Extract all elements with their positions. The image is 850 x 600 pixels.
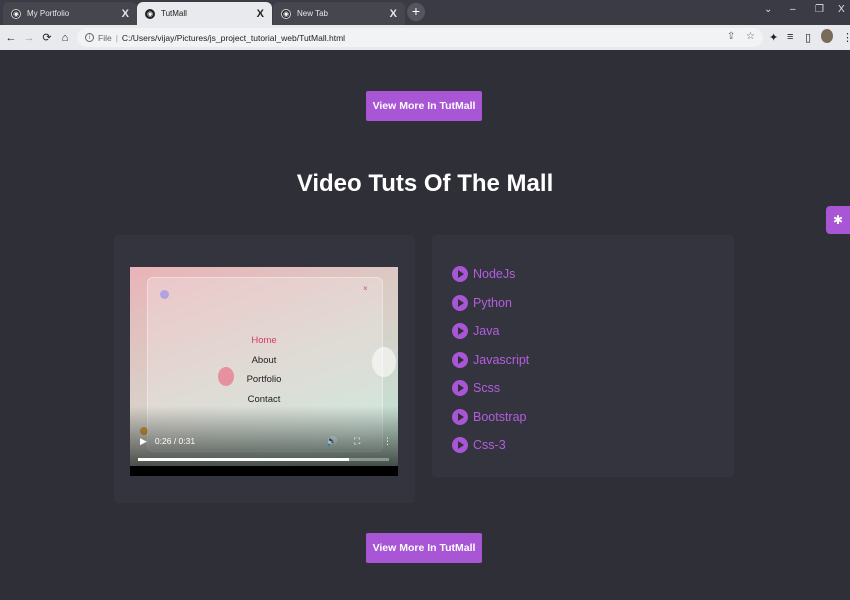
share-icon[interactable]: ⇪ (727, 31, 735, 42)
section-title: Video Tuts Of The Mall (296, 170, 554, 197)
home-icon[interactable]: ⌂ (56, 32, 74, 44)
list-item-javascript[interactable]: Javascript (452, 346, 529, 375)
tab-strip: ◉ My Portfolio X ◉ TutMall X ◉ New Tab X… (0, 0, 850, 25)
menu-item-home: Home (251, 335, 277, 346)
list-item-label: Java (473, 324, 500, 339)
list-item-scss[interactable]: Scss (452, 374, 529, 403)
view-more-button-top[interactable]: View More In TutMall (366, 91, 482, 121)
menu-item-portfolio: Portfolio (246, 374, 282, 386)
volume-icon[interactable]: 🔊 (326, 436, 337, 447)
tab-title: My Portfolio (27, 9, 70, 18)
tab-new-tab[interactable]: ◉ New Tab X (273, 2, 405, 25)
back-icon[interactable]: ← (2, 32, 20, 44)
list-item-label: NodeJs (473, 267, 516, 282)
list-item-bootstrap[interactable]: Bootstrap (452, 403, 529, 432)
play-circle-icon (452, 408, 468, 425)
minimize-button[interactable]: – (790, 4, 796, 15)
scheme-label: File (98, 32, 112, 43)
more-options-icon[interactable]: ⋮ (383, 436, 392, 447)
video-controls: ▶ 0:26 / 0:31 🔊 ⛶ ⋮ (130, 433, 398, 449)
video-player[interactable]: × Home About Portfolio Contact ▶ 0:26 / … (130, 267, 398, 476)
play-icon[interactable]: ▶ (140, 436, 147, 447)
video-frame-close-icon: × (363, 284, 368, 293)
tab-tutmall[interactable]: ◉ TutMall X (137, 2, 272, 25)
play-circle-icon (452, 380, 468, 397)
tab-search-icon[interactable]: ⌄ (764, 4, 772, 15)
list-item-css3[interactable]: Css-3 (452, 431, 529, 460)
globe-icon: ◉ (11, 8, 21, 19)
globe-icon: ◉ (145, 8, 155, 19)
address-actions: ⇪ ☆ (719, 31, 755, 42)
play-circle-icon (452, 323, 468, 340)
menu-kebab-icon[interactable]: ⋮ (842, 31, 850, 44)
list-item-label: Python (473, 295, 512, 310)
settings-gear-icon[interactable]: ✱ (826, 206, 850, 234)
close-tab-icon[interactable]: X (257, 8, 264, 20)
new-tab-button[interactable]: + (407, 3, 425, 21)
video-time: 0:26 / 0:31 (154, 436, 196, 446)
separator: | (115, 32, 118, 43)
play-circle-icon (452, 294, 468, 311)
info-icon[interactable]: i (85, 33, 94, 42)
video-letterbox (130, 466, 398, 476)
list-item-label: Css-3 (473, 438, 506, 453)
video-progress-fill (138, 458, 349, 461)
fullscreen-icon[interactable]: ⛶ (354, 436, 360, 447)
forward-icon[interactable]: → (20, 32, 38, 44)
video-progress-bar[interactable] (138, 458, 389, 461)
bookmark-star-icon[interactable]: ☆ (746, 31, 755, 42)
play-circle-icon (452, 266, 468, 283)
list-item-nodejs[interactable]: NodeJs (452, 260, 529, 289)
close-tab-icon[interactable]: X (390, 8, 397, 20)
address-bar[interactable]: i File | C:/Users/vijay/Pictures/js_proj… (77, 28, 763, 47)
menu-item-about: About (251, 354, 277, 366)
tutorial-list: NodeJs Python Java Javascript Scss Boots… (452, 260, 529, 460)
view-more-button-bottom[interactable]: View More In TutMall (366, 533, 482, 563)
close-tab-icon[interactable]: X (122, 8, 129, 20)
list-item-label: Bootstrap (473, 409, 527, 424)
side-panel-icon[interactable]: ▯ (805, 31, 811, 44)
tab-title: TutMall (161, 9, 187, 18)
url-text[interactable]: C:/Users/vijay/Pictures/js_project_tutor… (122, 33, 345, 43)
list-item-label: Javascript (473, 352, 530, 367)
browser-toolbar: ← → ⟳ ⌂ i File | C:/Users/vijay/Pictures… (0, 25, 850, 50)
reload-icon[interactable]: ⟳ (38, 31, 56, 44)
list-item-java[interactable]: Java (452, 317, 529, 346)
extensions-icon[interactable]: ✦ (769, 31, 778, 44)
video-frame-menu: Home About Portfolio Contact (130, 331, 398, 410)
profile-avatar[interactable] (821, 29, 833, 43)
list-item-label: Scss (473, 381, 501, 396)
restore-button[interactable]: ❐ (815, 4, 824, 15)
close-window-button[interactable]: X (838, 4, 845, 15)
list-item-python[interactable]: Python (452, 289, 529, 318)
play-circle-icon (452, 351, 468, 368)
reading-list-icon[interactable]: ≡ (787, 31, 793, 43)
tab-my-portfolio[interactable]: ◉ My Portfolio X (3, 2, 137, 25)
chrome-icon: ◉ (281, 8, 291, 19)
tab-title: New Tab (297, 9, 328, 18)
play-circle-icon (452, 437, 468, 454)
